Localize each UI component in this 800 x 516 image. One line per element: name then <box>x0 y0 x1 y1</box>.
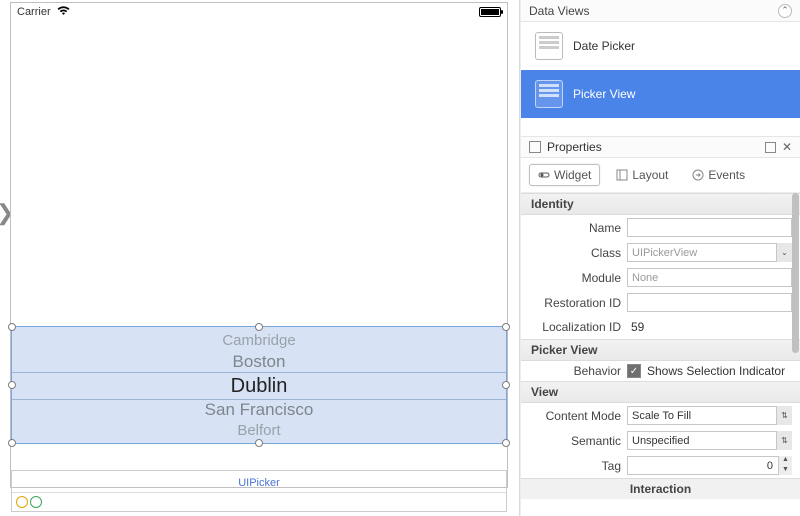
interaction-header: Interaction <box>630 482 691 496</box>
group-identity: Identity <box>521 193 800 215</box>
picker-row: Boston <box>12 351 506 373</box>
properties-panel: Properties ✕ Widget Layout Events Identi… <box>521 136 800 516</box>
picker-rows: Cambridge Boston Dublin San Francisco Be… <box>12 327 506 441</box>
first-responder-icon[interactable] <box>16 496 28 508</box>
data-views-title: Data Views <box>529 4 589 18</box>
data-view-label: Picker View <box>573 87 635 101</box>
scene-label: UIPicker <box>12 477 506 489</box>
uipickerview-widget[interactable]: Cambridge Boston Dublin San Francisco Be… <box>11 326 507 444</box>
shows-selection-indicator-label: Shows Selection Indicator <box>647 364 785 378</box>
tab-layout[interactable]: Layout <box>608 165 676 185</box>
data-view-item-picker-view[interactable]: Picker View <box>521 70 800 118</box>
widget-tab-icon <box>538 169 550 181</box>
semantic-select[interactable] <box>627 431 792 450</box>
class-field[interactable] <box>627 243 792 262</box>
resize-handle[interactable] <box>255 323 263 331</box>
picker-row: Cambridge <box>12 331 506 351</box>
picker-view-icon <box>535 80 563 108</box>
date-picker-icon <box>535 32 563 60</box>
inspector-panel: Data Views ⌃ Date Picker Picker View Pro… <box>520 0 800 516</box>
data-views-header[interactable]: Data Views ⌃ <box>521 0 800 22</box>
module-field[interactable] <box>627 268 792 287</box>
resize-handle[interactable] <box>255 439 263 447</box>
name-field[interactable] <box>627 218 792 237</box>
carrier-label: Carrier <box>17 6 51 18</box>
resize-handle[interactable] <box>8 439 16 447</box>
data-views-list: Date Picker Picker View <box>521 22 800 118</box>
resize-handle[interactable] <box>502 381 510 389</box>
group-view: View <box>521 381 800 403</box>
design-canvas: ❯ Carrier Cambridge Boston Dublin San Fr… <box>0 0 520 516</box>
class-label: Class <box>529 246 621 260</box>
properties-icon <box>529 141 541 153</box>
localization-id-value: 59 <box>627 318 792 336</box>
chevron-updown-icon[interactable]: ⇅ <box>776 406 792 425</box>
scrollbar-thumb[interactable] <box>792 193 799 353</box>
picker-row: San Francisco <box>12 399 506 421</box>
status-bar: Carrier <box>11 3 507 21</box>
localization-id-label: Localization ID <box>529 320 621 334</box>
group-picker-view: Picker View <box>521 339 800 361</box>
picker-row-selected: Dublin <box>12 373 506 399</box>
behavior-label: Behavior <box>529 364 621 378</box>
semantic-label: Semantic <box>529 434 621 448</box>
content-mode-select[interactable] <box>627 406 792 425</box>
resize-handle[interactable] <box>502 439 510 447</box>
name-label: Name <box>529 221 621 235</box>
tag-stepper[interactable]: ▲▼ <box>778 456 792 475</box>
properties-tabs: Widget Layout Events <box>521 158 800 193</box>
properties-title: Properties <box>547 140 602 154</box>
resize-handle[interactable] <box>502 323 510 331</box>
chevron-updown-icon[interactable]: ⇅ <box>776 431 792 450</box>
wifi-icon <box>57 6 70 19</box>
events-tab-icon <box>692 169 704 181</box>
layout-tab-icon <box>616 169 628 181</box>
scene-dock: UIPicker <box>11 470 507 512</box>
tag-field[interactable] <box>627 456 792 475</box>
shows-selection-indicator-checkbox[interactable]: ✓ <box>627 364 641 378</box>
close-panel-icon[interactable]: ✕ <box>782 140 792 154</box>
tag-label: Tag <box>529 459 621 473</box>
tab-widget[interactable]: Widget <box>529 164 600 186</box>
exit-icon[interactable] <box>30 496 42 508</box>
restoration-id-label: Restoration ID <box>529 296 621 310</box>
module-label: Module <box>529 271 621 285</box>
restoration-id-field[interactable] <box>627 293 792 312</box>
properties-header: Properties ✕ <box>521 136 800 158</box>
resize-handle[interactable] <box>8 323 16 331</box>
data-view-label: Date Picker <box>573 39 635 53</box>
resize-handle[interactable] <box>8 381 16 389</box>
battery-icon <box>479 7 501 17</box>
chevron-down-icon[interactable]: ⌄ <box>776 243 792 262</box>
detach-panel-icon[interactable] <box>765 142 776 153</box>
tab-events[interactable]: Events <box>684 165 753 185</box>
picker-row: Belfort <box>12 421 506 441</box>
content-mode-label: Content Mode <box>529 409 621 423</box>
data-view-item-date-picker[interactable]: Date Picker <box>521 22 800 70</box>
collapse-icon[interactable]: ⌃ <box>778 4 792 18</box>
